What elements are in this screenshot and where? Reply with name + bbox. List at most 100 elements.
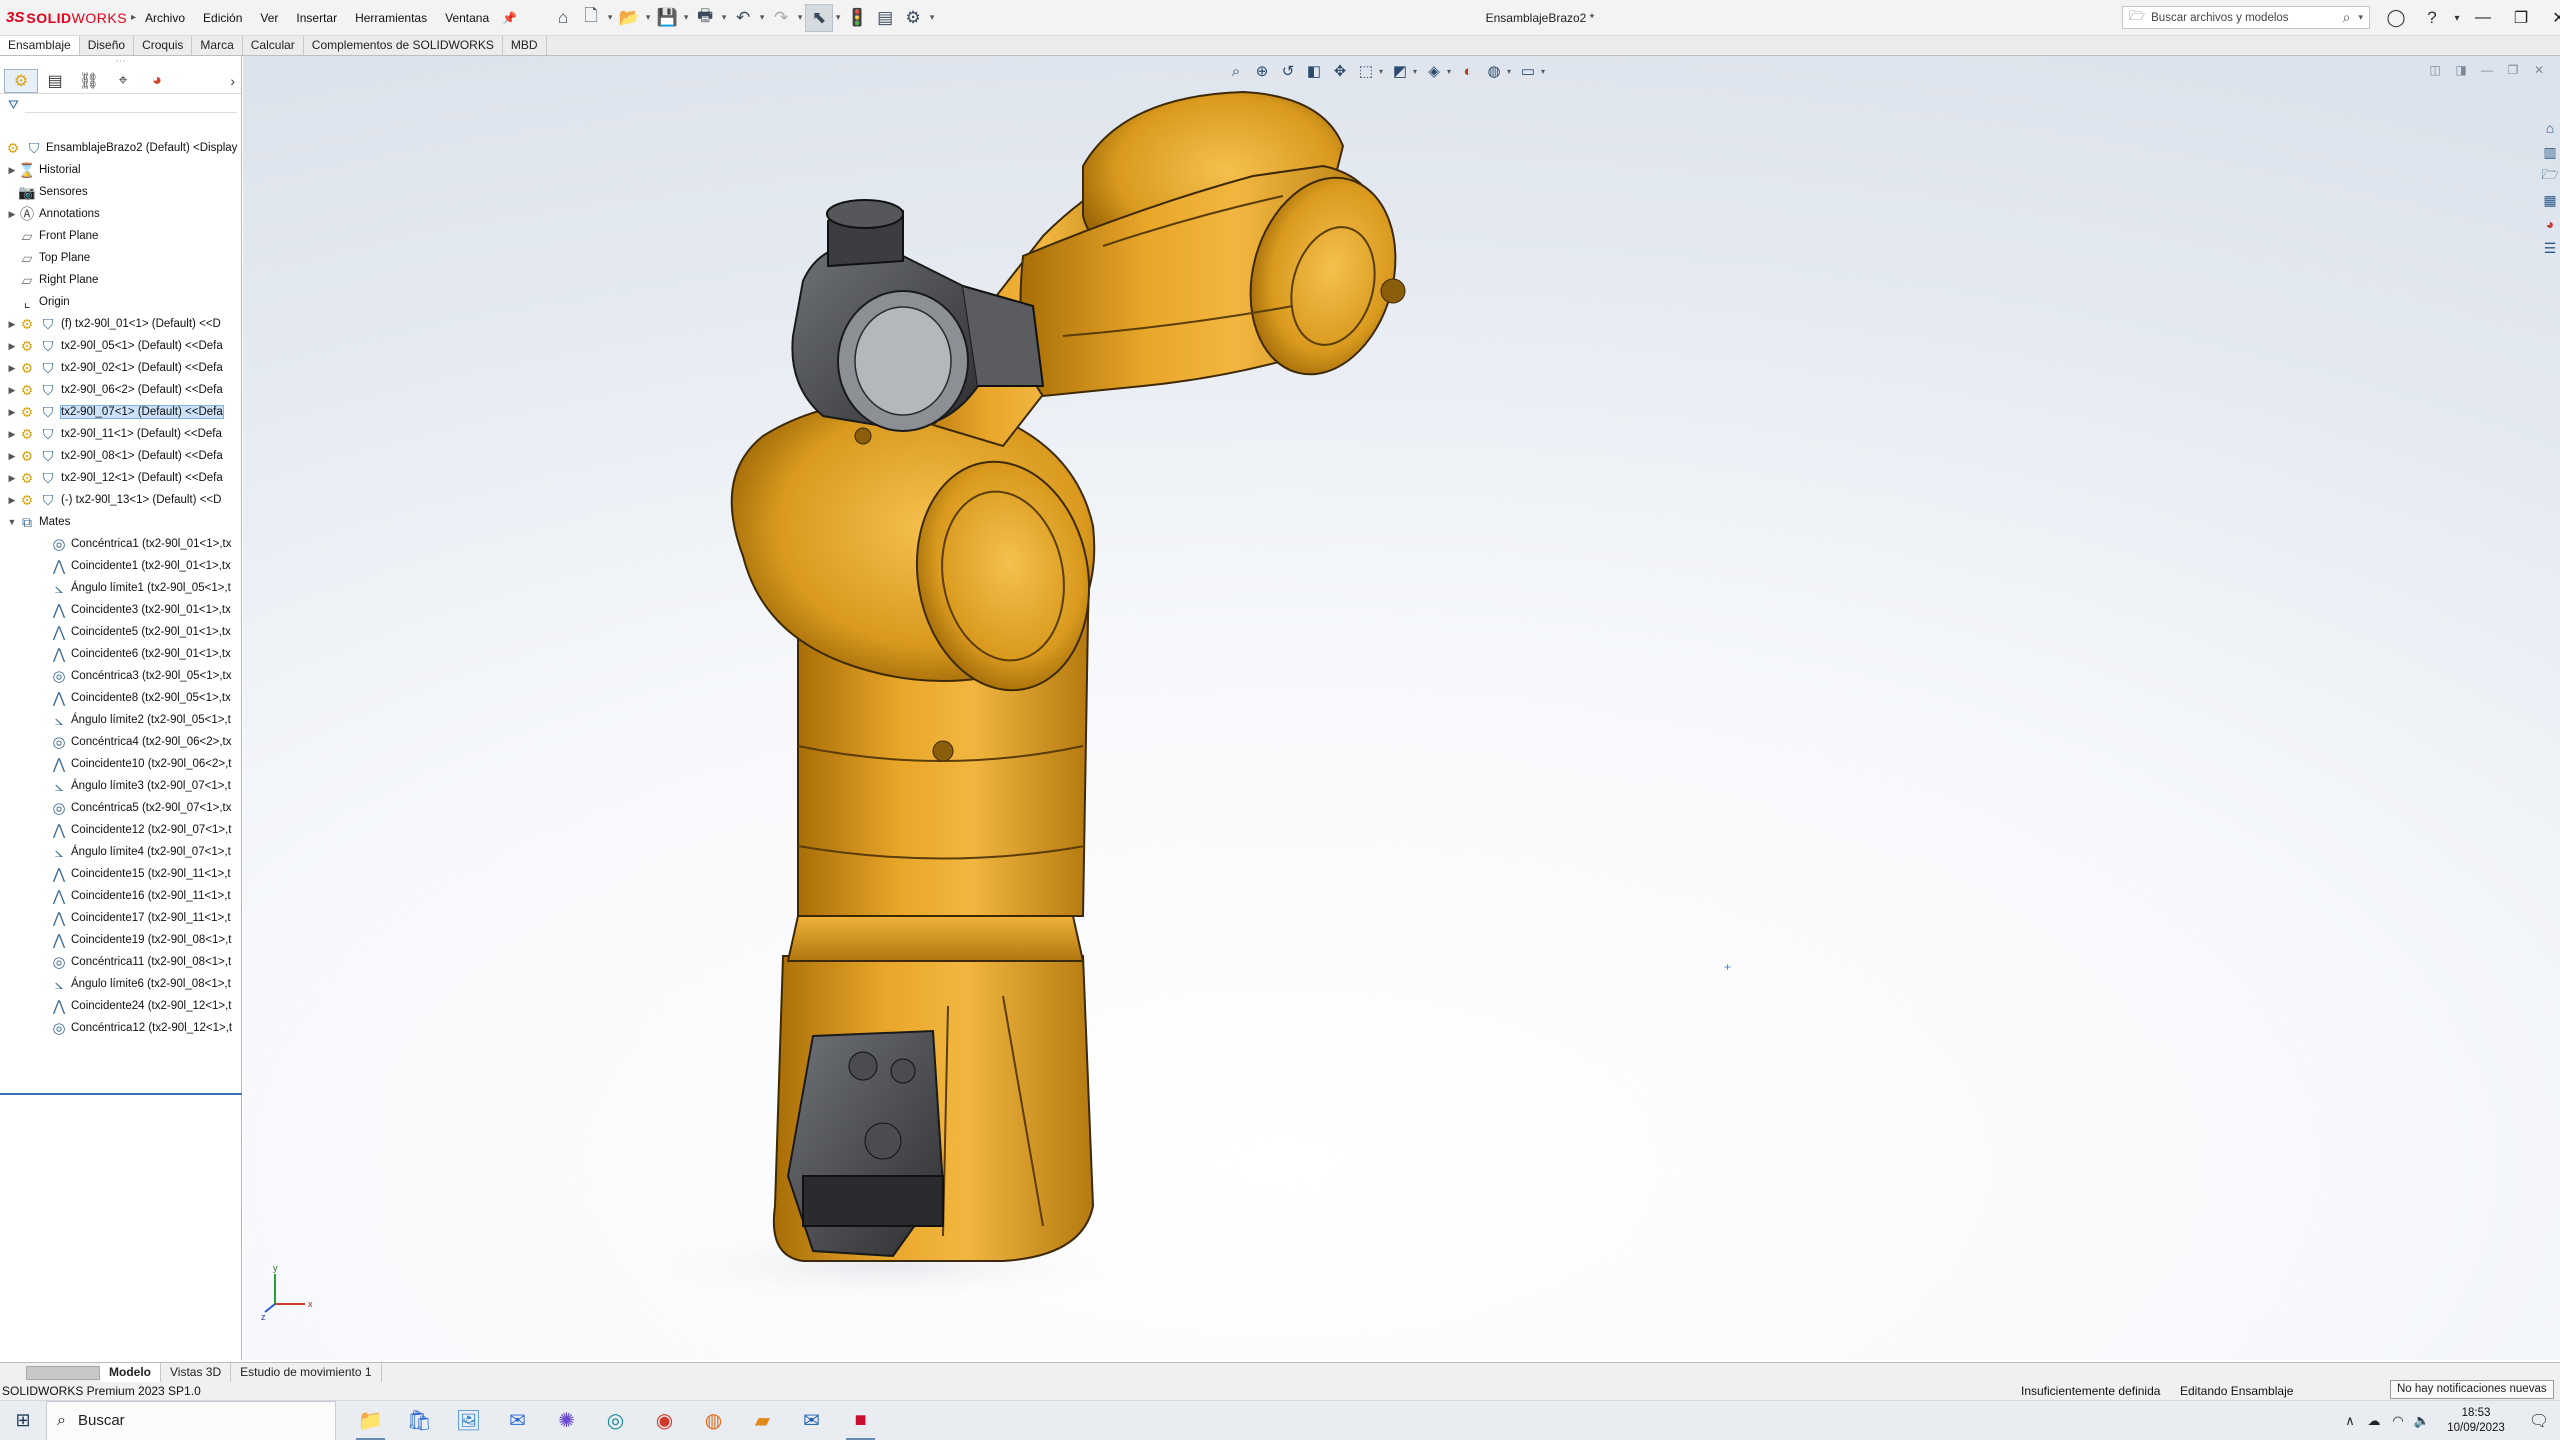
- expand-arrow-icon[interactable]: ▶: [6, 209, 18, 220]
- windows-start-icon[interactable]: ⊞: [0, 1401, 46, 1440]
- expand-arrow-icon[interactable]: ▶: [6, 165, 18, 176]
- new-dropdown-icon[interactable]: ▾: [605, 12, 615, 23]
- configuration-manager-tab-icon[interactable]: ⛓: [72, 69, 106, 93]
- filter-icon[interactable]: ⛛: [8, 97, 19, 113]
- mate-item[interactable]: ◎ Concéntrica1 (tx2-90l_01<1>,tx: [0, 533, 241, 555]
- menu-herramientas[interactable]: Herramientas: [346, 0, 436, 36]
- undo-icon[interactable]: ↶: [729, 4, 757, 32]
- file-properties-icon[interactable]: ▤: [871, 4, 899, 32]
- tree-component[interactable]: ▶ ⚙ ⛉ tx2-90l_12<1> (Default) <<Defa: [0, 467, 241, 489]
- tree-component[interactable]: ▶ ⚙ ⛉ (-) tx2-90l_13<1> (Default) <<D: [0, 489, 241, 511]
- mate-item[interactable]: ⋀ Coincidente10 (tx2-90l_06<2>,t: [0, 753, 241, 775]
- mate-item[interactable]: ⦣ Ángulo límite2 (tx2-90l_05<1>,t: [0, 709, 241, 731]
- mate-item[interactable]: ⋀ Coincidente24 (tx2-90l_12<1>,t: [0, 995, 241, 1017]
- save-icon[interactable]: 💾: [653, 4, 681, 32]
- copilot-icon[interactable]: ✺: [542, 1401, 591, 1440]
- expand-arrow-icon[interactable]: ▶: [6, 319, 18, 330]
- undo-dropdown-icon[interactable]: ▾: [757, 12, 767, 23]
- tab-calcular[interactable]: Calcular: [243, 36, 304, 55]
- expand-arrow-icon[interactable]: ▶: [6, 407, 18, 418]
- mate-item[interactable]: ⋀ Coincidente1 (tx2-90l_01<1>,tx: [0, 555, 241, 577]
- tab-marca[interactable]: Marca: [192, 36, 243, 55]
- tree-filter[interactable]: ⛛: [0, 94, 241, 116]
- tab-croquis[interactable]: Croquis: [134, 36, 193, 55]
- expand-arrow-icon[interactable]: ▶: [6, 385, 18, 396]
- expand-arrow-icon[interactable]: ▶: [6, 473, 18, 484]
- expand-arrow-icon[interactable]: ▶: [6, 429, 18, 440]
- tree-item-front-plane[interactable]: ▱ Front Plane: [0, 225, 241, 247]
- tree-item-top-plane[interactable]: ▱ Top Plane: [0, 247, 241, 269]
- graphics-area[interactable]: ⌕ ⊕ ↺ ◧ ✥ ⬚ ▾ ◩ ▾ ◈ ▾ ◐ ◍ ▾ ▭ ▾ ◫ ◨ — ❐ ✕ ⌂ ▥…: [243, 56, 2560, 1360]
- taskbar-search-box[interactable]: ⌕ Buscar: [46, 1400, 336, 1440]
- mate-item[interactable]: ◎ Concéntrica5 (tx2-90l_07<1>,tx: [0, 797, 241, 819]
- search-icon[interactable]: ⌕: [2343, 9, 2351, 26]
- redo-dropdown-icon[interactable]: ▾: [795, 12, 805, 23]
- tray-expand-icon[interactable]: ∧: [2338, 1413, 2362, 1429]
- options-dropdown-icon[interactable]: ▾: [927, 12, 937, 23]
- tree-rollback-bar[interactable]: [0, 1093, 242, 1095]
- mate-item[interactable]: ◎ Concéntrica4 (tx2-90l_06<2>,tx: [0, 731, 241, 753]
- restore-icon[interactable]: ❐: [2502, 0, 2540, 36]
- redo-icon[interactable]: ↷: [767, 4, 795, 32]
- tree-component[interactable]: ▶ ⚙ ⛉ tx2-90l_02<1> (Default) <<Defa: [0, 357, 241, 379]
- chrome-browser-icon[interactable]: ◉: [640, 1401, 689, 1440]
- menu-archivo[interactable]: Archivo: [136, 0, 194, 36]
- new-document-icon[interactable]: 🗋: [577, 4, 605, 32]
- tree-item-mates[interactable]: ▼ ⧉ Mates: [0, 511, 241, 533]
- mate-item[interactable]: ⋀ Coincidente19 (tx2-90l_08<1>,t: [0, 929, 241, 951]
- edge-browser-icon[interactable]: ◎: [591, 1401, 640, 1440]
- mate-item[interactable]: ⦣ Ángulo límite4 (tx2-90l_07<1>,t: [0, 841, 241, 863]
- expand-arrow-icon[interactable]: ▶: [6, 451, 18, 462]
- mate-item[interactable]: ◎ Concéntrica12 (tx2-90l_12<1>,t: [0, 1017, 241, 1039]
- robot-arm-model[interactable]: [243, 56, 2560, 1360]
- mate-item[interactable]: ⋀ Coincidente8 (tx2-90l_05<1>,tx: [0, 687, 241, 709]
- tab-estudio-movimiento[interactable]: Estudio de movimiento 1: [231, 1363, 382, 1382]
- file-explorer-icon[interactable]: 📁: [346, 1401, 395, 1440]
- solidworks-taskbar-icon[interactable]: ■: [836, 1401, 885, 1440]
- tree-root[interactable]: ⚙ ⛉ EnsamblajeBrazo2 (Default) <Display: [0, 137, 241, 159]
- mate-item[interactable]: ⋀ Coincidente16 (tx2-90l_11<1>,t: [0, 885, 241, 907]
- print-icon[interactable]: 🖶: [691, 4, 719, 32]
- tree-component[interactable]: ▶ ⚙ ⛉ tx2-90l_11<1> (Default) <<Defa: [0, 423, 241, 445]
- tab-diseno[interactable]: Diseño: [80, 36, 135, 55]
- mate-item[interactable]: ⋀ Coincidente17 (tx2-90l_11<1>,t: [0, 907, 241, 929]
- tree-item-sensores[interactable]: 📷 Sensores: [0, 181, 241, 203]
- open-dropdown-icon[interactable]: ▾: [643, 12, 653, 23]
- help-icon[interactable]: ?: [2414, 0, 2450, 36]
- mate-item[interactable]: ⦣ Ángulo límite3 (tx2-90l_07<1>,t: [0, 775, 241, 797]
- mate-item[interactable]: ⋀ Coincidente12 (tx2-90l_07<1>,t: [0, 819, 241, 841]
- mail-app-icon[interactable]: ✉: [493, 1401, 542, 1440]
- expand-arrow-icon[interactable]: ▶: [6, 341, 18, 352]
- tree-item-historial[interactable]: ▶ ⌛ Historial: [0, 159, 241, 181]
- collapse-arrow-icon[interactable]: ▼: [6, 517, 18, 527]
- tab-scroll-nav[interactable]: [26, 1365, 100, 1380]
- microsoft-store-icon[interactable]: 🛍: [395, 1401, 444, 1440]
- photos-app-icon[interactable]: 🖼: [444, 1401, 493, 1440]
- expand-arrow-icon[interactable]: ▶: [6, 363, 18, 374]
- user-account-icon[interactable]: ◯: [2378, 0, 2414, 36]
- menu-edicion[interactable]: Edición: [194, 0, 251, 36]
- mate-item[interactable]: ◎ Concéntrica11 (tx2-90l_08<1>,t: [0, 951, 241, 973]
- filter-input[interactable]: [24, 97, 237, 113]
- mate-item[interactable]: ⦣ Ángulo límite1 (tx2-90l_05<1>,t: [0, 577, 241, 599]
- search-dropdown-icon[interactable]: ▾: [2358, 12, 2363, 23]
- tree-item-origin[interactable]: ⌞ Origin: [0, 291, 241, 313]
- tree-component-selected[interactable]: ▶ ⚙ ⛉ tx2-90l_07<1> (Default) <<Defa: [0, 401, 241, 423]
- mate-item[interactable]: ⦣ Ángulo límite6 (tx2-90l_08<1>,t: [0, 973, 241, 995]
- save-dropdown-icon[interactable]: ▾: [681, 12, 691, 23]
- tab-modelo[interactable]: Modelo: [100, 1363, 161, 1382]
- outlook-app-icon[interactable]: ✉: [787, 1401, 836, 1440]
- tree-component[interactable]: ▶ ⚙ ⛉ tx2-90l_05<1> (Default) <<Defa: [0, 335, 241, 357]
- panel-more-arrow-icon[interactable]: ›: [230, 73, 235, 89]
- menu-ventana[interactable]: Ventana: [436, 0, 498, 36]
- tree-component[interactable]: ▶ ⚙ ⛉ (f) tx2-90l_01<1> (Default) <<D: [0, 313, 241, 335]
- select-dropdown-icon[interactable]: ▾: [833, 12, 843, 23]
- help-dropdown-icon[interactable]: ▾: [2450, 0, 2464, 36]
- tree-component[interactable]: ▶ ⚙ ⛉ tx2-90l_06<2> (Default) <<Defa: [0, 379, 241, 401]
- options-gear-icon[interactable]: ⚙: [899, 4, 927, 32]
- search-files-models-input[interactable]: 🗁 Buscar archivos y modelos ⌕ ▾: [2122, 6, 2370, 29]
- open-folder-icon[interactable]: 📂: [615, 4, 643, 32]
- home-icon[interactable]: ⌂: [549, 4, 577, 32]
- mate-item[interactable]: ⋀ Coincidente3 (tx2-90l_01<1>,tx: [0, 599, 241, 621]
- tree-component[interactable]: ▶ ⚙ ⛉ tx2-90l_08<1> (Default) <<Defa: [0, 445, 241, 467]
